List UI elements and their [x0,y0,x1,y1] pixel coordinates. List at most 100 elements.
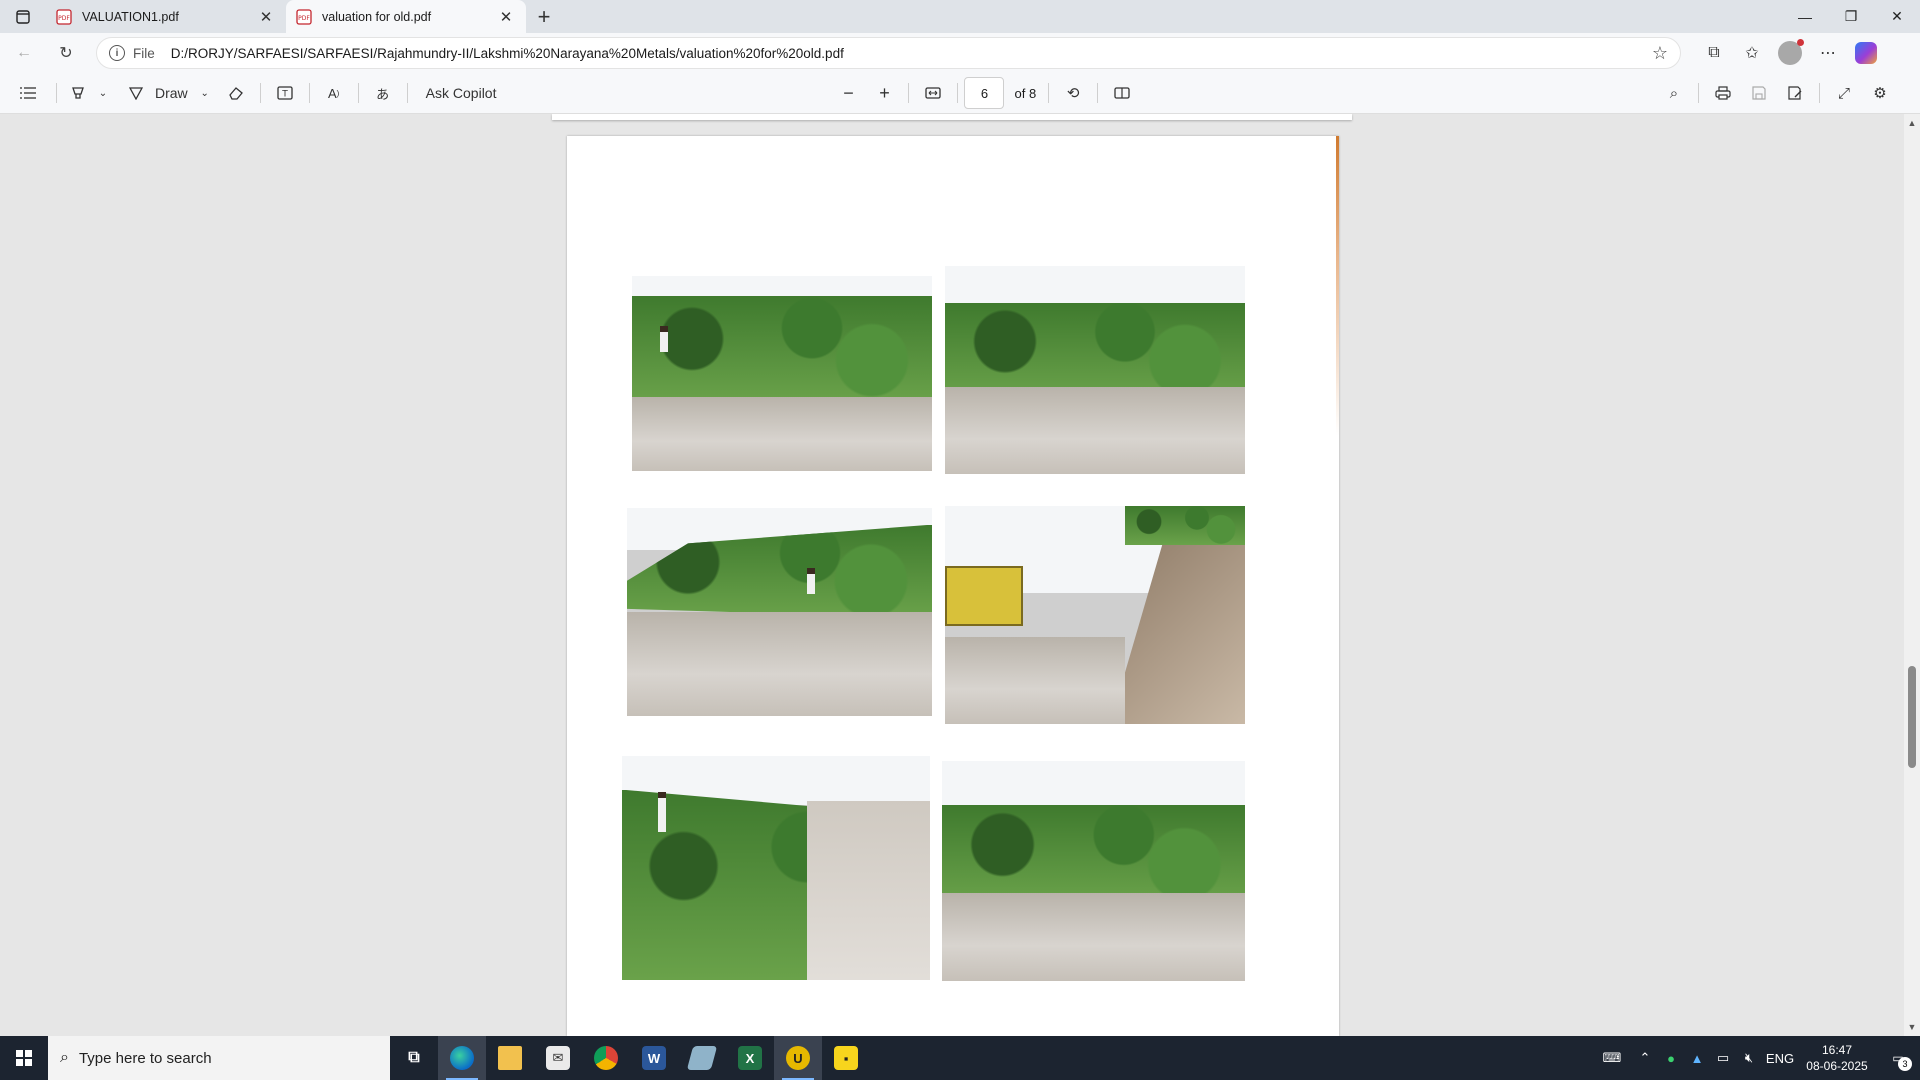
separator [308,83,310,103]
minimize-button[interactable]: — [1782,0,1828,33]
restore-button[interactable]: ❐ [1828,0,1874,33]
url-text[interactable]: D:/RORJY/SARFAESI/SARFAESI/Rajahmundry-I… [171,46,1652,61]
rotate-button[interactable]: ⟲ [1055,77,1091,109]
separator [56,83,57,103]
zoom-out-button[interactable]: − [830,77,866,109]
fullscreen-button[interactable]: ⤢ [1826,77,1862,109]
tab-valuation-old[interactable]: PDF valuation for old.pdf ✕ [286,0,526,33]
site-photo-1 [632,276,932,471]
previous-page-edge [552,114,1352,120]
security-icon[interactable]: ● [1658,1036,1684,1080]
read-aloud-icon[interactable]: A) [316,77,352,109]
taskbar-app-yellow[interactable]: U [774,1036,822,1080]
save-button[interactable] [1741,77,1777,109]
scroll-up-arrow[interactable]: ▲ [1904,116,1920,130]
excel-icon: X [738,1046,762,1070]
url-scheme: File [133,45,155,61]
network-icon[interactable]: ▭ [1710,1036,1736,1080]
onedrive-icon[interactable]: ▲ [1684,1036,1710,1080]
pdf-viewer[interactable] [0,114,1920,1036]
more-menu-icon[interactable]: ⋯ [1809,35,1847,71]
taskbar-excel[interactable]: X [726,1036,774,1080]
translate-icon[interactable]: あ [365,77,401,109]
draw-dropdown[interactable]: ⌄ [192,77,218,109]
separator [908,83,910,103]
highlight-button[interactable] [63,77,93,109]
tab-actions-icon [16,9,30,24]
scroll-down-arrow[interactable]: ▼ [1904,1020,1920,1034]
volume-muted-icon[interactable]: 🔇︎ [1736,1036,1762,1080]
tab-valuation1[interactable]: PDF VALUATION1.pdf ✕ [46,0,286,33]
start-button[interactable] [0,1036,48,1080]
extensions-icon[interactable]: ⧉ [1695,35,1733,71]
highlight-dropdown[interactable]: ⌄ [93,77,113,109]
tab-title: VALUATION1.pdf [82,9,179,24]
draw-button[interactable]: Draw [151,77,192,109]
taskbar-chrome[interactable] [582,1036,630,1080]
save-as-button[interactable] [1777,77,1813,109]
fit-width-icon [925,87,942,99]
language-indicator[interactable]: ENG [1762,1036,1798,1080]
close-window-button[interactable]: ✕ [1874,0,1920,33]
page-view-button[interactable] [1104,77,1140,109]
close-tab-button[interactable]: ✕ [496,7,516,27]
taskbar-notes[interactable] [678,1036,726,1080]
clock-date: 08-06-2025 [1806,1059,1868,1073]
find-button[interactable]: ⌕ [1656,77,1692,109]
fit-width-button[interactable] [915,77,951,109]
eraser-button[interactable] [218,77,254,109]
site-photo-4 [945,506,1245,724]
keyboard-icon[interactable]: ⌨ [1592,1036,1632,1080]
pdf-icon: PDF [56,8,72,25]
url-field[interactable]: i File D:/RORJY/SARFAESI/SARFAESI/Rajahm… [96,37,1681,69]
separator [1048,83,1050,103]
scroll-thumb[interactable] [1908,666,1916,768]
page-total: of 8 [1014,85,1037,101]
contents-button[interactable] [6,77,50,109]
taskbar-file-explorer[interactable] [486,1036,534,1080]
zoom-in-button[interactable]: + [866,77,902,109]
info-icon[interactable]: i [109,45,125,61]
taskbar: ⌕ Type here to search ⧉ ✉ W X U ▪ ⌨ ⌃ ● … [0,1036,1920,1080]
system-tray: ⌨ ⌃ ● ▲ ▭ 🔇︎ ENG 16:47 08-06-2025 ▭ 3 [1592,1036,1920,1080]
close-tab-button[interactable]: ✕ [256,7,276,27]
word-icon: W [642,1046,666,1070]
draw-icon[interactable] [121,77,151,109]
search-placeholder: Type here to search [78,1049,212,1067]
taskbar-word[interactable]: W [630,1036,678,1080]
highlighter-icon [72,87,84,99]
page-number-input[interactable]: 6 [964,77,1005,109]
print-button[interactable] [1705,77,1741,109]
copilot-button[interactable] [1847,35,1885,71]
search-icon: ⌕ [60,1049,69,1066]
notes-icon [686,1046,718,1070]
add-text-button[interactable]: T [267,77,303,109]
tab-title: valuation for old.pdf [322,9,432,24]
separator [1698,83,1699,103]
separator [1819,83,1820,103]
tab-actions-button[interactable] [0,0,46,33]
notification-badge: 3 [1898,1057,1912,1071]
new-tab-button[interactable]: + [526,0,562,33]
taskbar-search[interactable]: ⌕ Type here to search [48,1036,390,1080]
notifications-button[interactable]: ▭ 3 [1876,1036,1920,1080]
favorites-icon[interactable]: ✩ [1733,35,1771,71]
show-hidden-icons-icon[interactable]: ⌃ [1632,1036,1658,1080]
clock[interactable]: 16:47 08-06-2025 [1798,1042,1876,1074]
taskbar-edge[interactable] [438,1036,486,1080]
chrome-icon [594,1046,618,1070]
settings-gear-icon[interactable]: ⚙ [1862,77,1898,109]
vertical-scrollbar[interactable]: ▲ ▼ [1904,114,1920,1036]
ask-copilot-button[interactable]: Ask Copilot [414,77,509,109]
profile-button[interactable] [1771,35,1809,71]
save-icon [1752,86,1766,100]
taskbar-sticky-notes[interactable]: ▪ [822,1036,870,1080]
site-photo-6 [942,761,1245,981]
refresh-button[interactable]: ↻ [48,35,84,71]
copilot-icon [1855,42,1877,64]
taskbar-mail[interactable]: ✉ [534,1036,582,1080]
back-button[interactable]: ← [6,35,42,71]
task-view-button[interactable]: ⧉ [390,1036,438,1080]
favorite-star-icon[interactable]: ☆ [1652,43,1668,64]
pdf-icon: PDF [296,8,312,25]
